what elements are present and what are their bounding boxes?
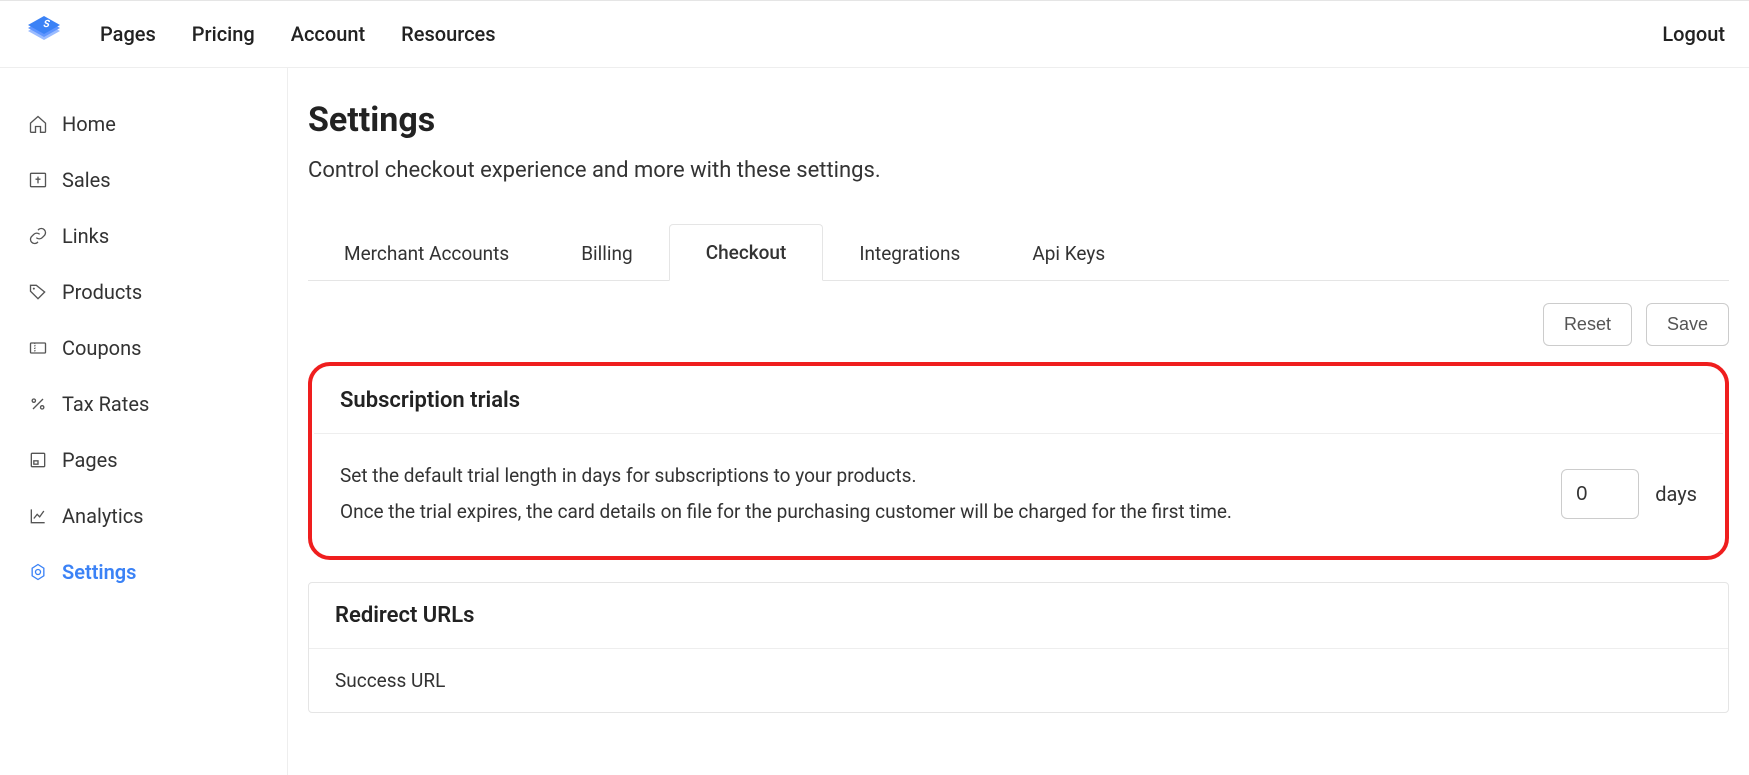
links-icon: [28, 226, 48, 246]
success-url-label: Success URL: [335, 669, 1702, 692]
tab-checkout[interactable]: Checkout: [669, 224, 824, 281]
sidebar-label: Settings: [62, 560, 136, 584]
card-title: Subscription trials: [314, 368, 1723, 434]
page-subtitle: Control checkout experience and more wit…: [308, 158, 1729, 183]
topbar-left: S Pages Pricing Account Resources: [24, 14, 496, 54]
sidebar-label: Tax Rates: [62, 392, 149, 416]
tax-rates-icon: [28, 394, 48, 414]
nav-account[interactable]: Account: [291, 22, 365, 46]
trial-input-group: days: [1561, 469, 1697, 519]
reset-button[interactable]: Reset: [1543, 303, 1632, 346]
home-icon: [28, 114, 48, 134]
sidebar-label: Links: [62, 224, 109, 248]
analytics-icon: [28, 506, 48, 526]
sidebar-item-sales[interactable]: Sales: [20, 152, 267, 208]
settings-icon: [28, 562, 48, 582]
sidebar-item-home[interactable]: Home: [20, 96, 267, 152]
card-title: Redirect URLs: [309, 583, 1728, 649]
products-icon: [28, 282, 48, 302]
sidebar-label: Sales: [62, 168, 111, 192]
sidebar-label: Coupons: [62, 336, 141, 360]
sidebar-item-pages[interactable]: Pages: [20, 432, 267, 488]
logout-link[interactable]: Logout: [1662, 22, 1725, 46]
trial-desc-line1: Set the default trial length in days for…: [340, 458, 1232, 494]
nav-pricing[interactable]: Pricing: [192, 22, 255, 46]
sidebar-label: Pages: [62, 448, 118, 472]
tab-merchant-accounts[interactable]: Merchant Accounts: [308, 226, 545, 281]
sidebar-item-tax-rates[interactable]: Tax Rates: [20, 376, 267, 432]
trial-desc-line2: Once the trial expires, the card details…: [340, 494, 1232, 530]
sidebar-label: Analytics: [62, 504, 144, 528]
tabs: Merchant Accounts Billing Checkout Integ…: [308, 223, 1729, 281]
actions-row: Reset Save: [308, 281, 1729, 362]
subscription-trials-card: Subscription trials Set the default tria…: [308, 362, 1729, 560]
trial-days-unit: days: [1655, 482, 1697, 506]
sidebar-item-settings[interactable]: Settings: [20, 544, 267, 600]
sidebar-label: Products: [62, 280, 142, 304]
nav-resources[interactable]: Resources: [401, 22, 495, 46]
sidebar-item-analytics[interactable]: Analytics: [20, 488, 267, 544]
sidebar: Home Sales Links Products Coupons: [0, 68, 288, 775]
sales-icon: [28, 170, 48, 190]
card-description: Set the default trial length in days for…: [340, 458, 1232, 530]
pages-icon: [28, 450, 48, 470]
tab-api-keys[interactable]: Api Keys: [996, 226, 1141, 281]
save-button[interactable]: Save: [1646, 303, 1729, 346]
trial-days-input[interactable]: [1561, 469, 1639, 519]
main-content: Settings Control checkout experience and…: [288, 68, 1749, 775]
nav-pages[interactable]: Pages: [100, 22, 156, 46]
topbar: S Pages Pricing Account Resources Logout: [0, 0, 1749, 68]
redirect-urls-card: Redirect URLs Success URL: [308, 582, 1729, 713]
tab-integrations[interactable]: Integrations: [823, 226, 996, 281]
page-title: Settings: [308, 100, 1729, 140]
sidebar-item-coupons[interactable]: Coupons: [20, 320, 267, 376]
logo-icon[interactable]: S: [24, 14, 64, 54]
sidebar-item-products[interactable]: Products: [20, 264, 267, 320]
coupons-icon: [28, 338, 48, 358]
tab-billing[interactable]: Billing: [545, 226, 668, 281]
sidebar-label: Home: [62, 112, 116, 136]
sidebar-item-links[interactable]: Links: [20, 208, 267, 264]
